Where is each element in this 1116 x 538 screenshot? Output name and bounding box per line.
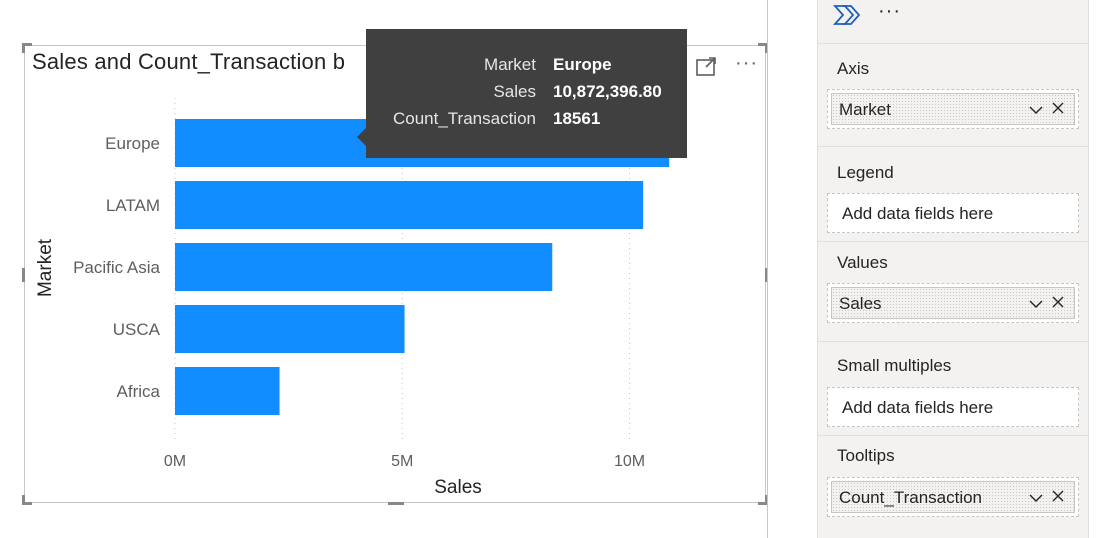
x-axis-title: Sales	[434, 477, 482, 498]
tooltip-value: Europe	[553, 55, 612, 74]
y-tick-label: Africa	[117, 382, 161, 401]
legend-well-label: Legend	[837, 163, 894, 182]
x-tick-label: 5M	[391, 453, 413, 470]
tooltip-value: 18561	[553, 109, 601, 128]
axis-well-label: Axis	[837, 59, 870, 78]
y-tick-label: USCA	[113, 320, 161, 339]
small-multiples-well[interactable]: Add data fields here	[827, 387, 1079, 427]
field-name: Count_Transaction	[839, 488, 983, 507]
tooltips-field-pill[interactable]: Count_Transaction	[831, 481, 1075, 513]
y-tick-label: LATAM	[106, 196, 160, 215]
values-well-label: Values	[837, 253, 888, 272]
tooltip-key: Count_Transaction	[392, 109, 536, 128]
small-multiples-well-label: Small multiples	[837, 356, 952, 375]
axis-field-pill[interactable]: Market	[831, 93, 1075, 125]
bar[interactable]	[175, 243, 553, 291]
tooltip-value: 10,872,396.80	[553, 82, 662, 101]
values-well[interactable]: Sales	[827, 283, 1079, 323]
field-name: Market	[839, 100, 891, 119]
build-visual-icon[interactable]	[832, 2, 862, 28]
y-axis-title: Market	[35, 238, 56, 297]
section-divider	[818, 435, 1088, 436]
section-divider	[818, 341, 1088, 342]
tooltips-well[interactable]: Count_Transaction	[827, 477, 1079, 517]
visualizations-pane: ··· Axis Market Legend Add data fields h…	[817, 0, 1089, 538]
bar[interactable]	[175, 305, 405, 353]
x-tick-label: 10M	[614, 453, 645, 470]
pane-more-options-icon[interactable]: ···	[878, 0, 901, 23]
tooltip-row-count-transaction: Count_Transaction 18561	[366, 109, 687, 133]
tooltip-key: Sales	[493, 82, 536, 101]
chevron-down-icon[interactable]	[1028, 490, 1044, 506]
pane-toolbar: ···	[818, 0, 1088, 44]
bar[interactable]	[175, 367, 280, 415]
x-tick-label: 0M	[164, 453, 186, 470]
tooltip-key: Market	[484, 55, 536, 74]
field-name: Sales	[839, 294, 882, 313]
y-tick-label: Europe	[105, 134, 160, 153]
remove-field-icon[interactable]	[1050, 100, 1066, 116]
tooltips-well-label: Tooltips	[837, 446, 895, 465]
section-divider	[818, 146, 1088, 147]
add-data-placeholder: Add data fields here	[842, 398, 994, 417]
y-tick-label: Pacific Asia	[73, 258, 160, 277]
remove-field-icon[interactable]	[1050, 294, 1066, 310]
remove-field-icon[interactable]	[1050, 488, 1066, 504]
chart-tooltip: Market Europe Sales 10,872,396.80 Count_…	[357, 29, 687, 158]
section-divider	[818, 241, 1088, 242]
tooltip-row-market: Market Europe	[366, 55, 687, 79]
add-data-placeholder: Add data fields here	[842, 204, 994, 223]
legend-well[interactable]: Add data fields here	[827, 193, 1079, 233]
axis-well[interactable]: Market	[827, 89, 1079, 129]
tooltip-row-sales: Sales 10,872,396.80	[366, 82, 687, 106]
canvas-divider	[767, 0, 768, 538]
chevron-down-icon[interactable]	[1028, 102, 1044, 118]
chevron-down-icon[interactable]	[1028, 296, 1044, 312]
bar[interactable]	[175, 181, 644, 229]
values-field-pill[interactable]: Sales	[831, 287, 1075, 319]
